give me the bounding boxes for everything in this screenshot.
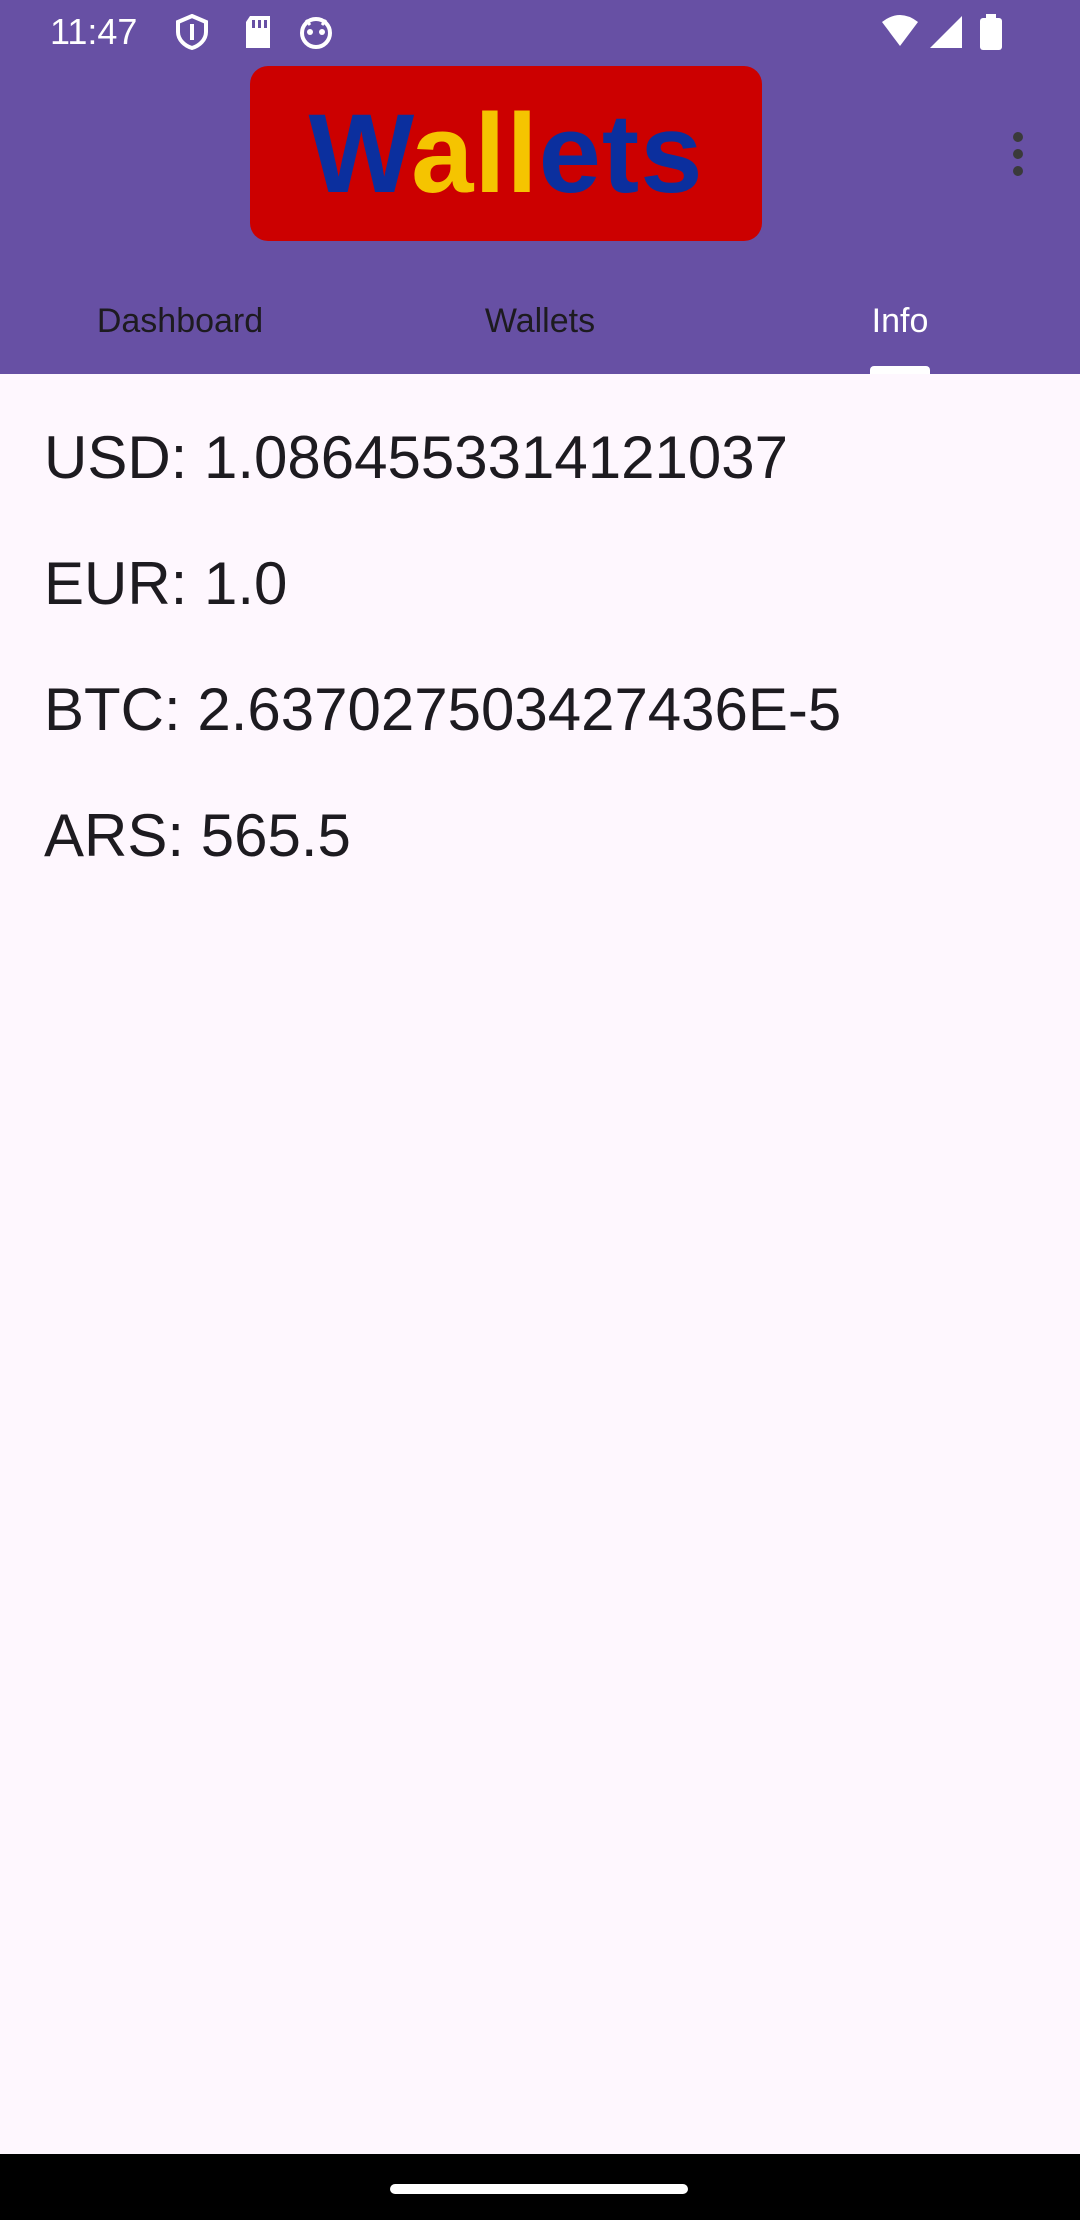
tab-label: Info	[871, 301, 929, 340]
menu-dot	[1013, 132, 1023, 142]
wallets-logo: Wallets	[250, 66, 762, 241]
navigation-bar	[0, 2154, 1080, 2220]
tab-wallets[interactable]: Wallets	[360, 268, 720, 374]
rate-btc: BTC: 2.637027503427436E-5	[44, 676, 842, 743]
rates-list: USD: 1.0864553314121037 EUR: 1.0 BTC: 2.…	[44, 374, 1044, 878]
tab-label: Wallets	[484, 301, 596, 340]
home-handle[interactable]	[390, 2184, 688, 2194]
rate-ars: ARS: 565.5	[44, 802, 351, 869]
tab-info[interactable]: Info	[720, 268, 1080, 374]
signal-icon	[930, 16, 962, 48]
wifi-icon	[882, 15, 918, 46]
tab-indicator	[870, 366, 930, 374]
status-time: 11:47	[50, 11, 138, 52]
rate-usd: USD: 1.0864553314121037	[44, 424, 788, 491]
menu-dot	[1013, 166, 1023, 176]
more-vert-icon[interactable]	[990, 118, 1046, 190]
app-header: 11:47 Wallets Dashboard Wallets Info	[0, 0, 1080, 374]
tab-bar: Dashboard Wallets Info	[0, 268, 1080, 374]
tab-label: Dashboard	[96, 301, 264, 340]
logo-text-part: W	[308, 90, 412, 216]
status-bar: 11:47	[0, 0, 1080, 64]
menu-dot	[1013, 149, 1023, 159]
sd-card-icon	[246, 16, 270, 48]
tab-dashboard[interactable]: Dashboard	[0, 268, 360, 374]
rate-eur: EUR: 1.0	[44, 550, 288, 617]
battery-icon	[980, 14, 1002, 50]
logo-text-part: all	[411, 90, 539, 216]
android-icon	[300, 17, 332, 49]
shield-icon	[176, 14, 208, 50]
logo-text-part: ets	[538, 90, 704, 216]
logo-text: Wallets	[309, 97, 704, 210]
